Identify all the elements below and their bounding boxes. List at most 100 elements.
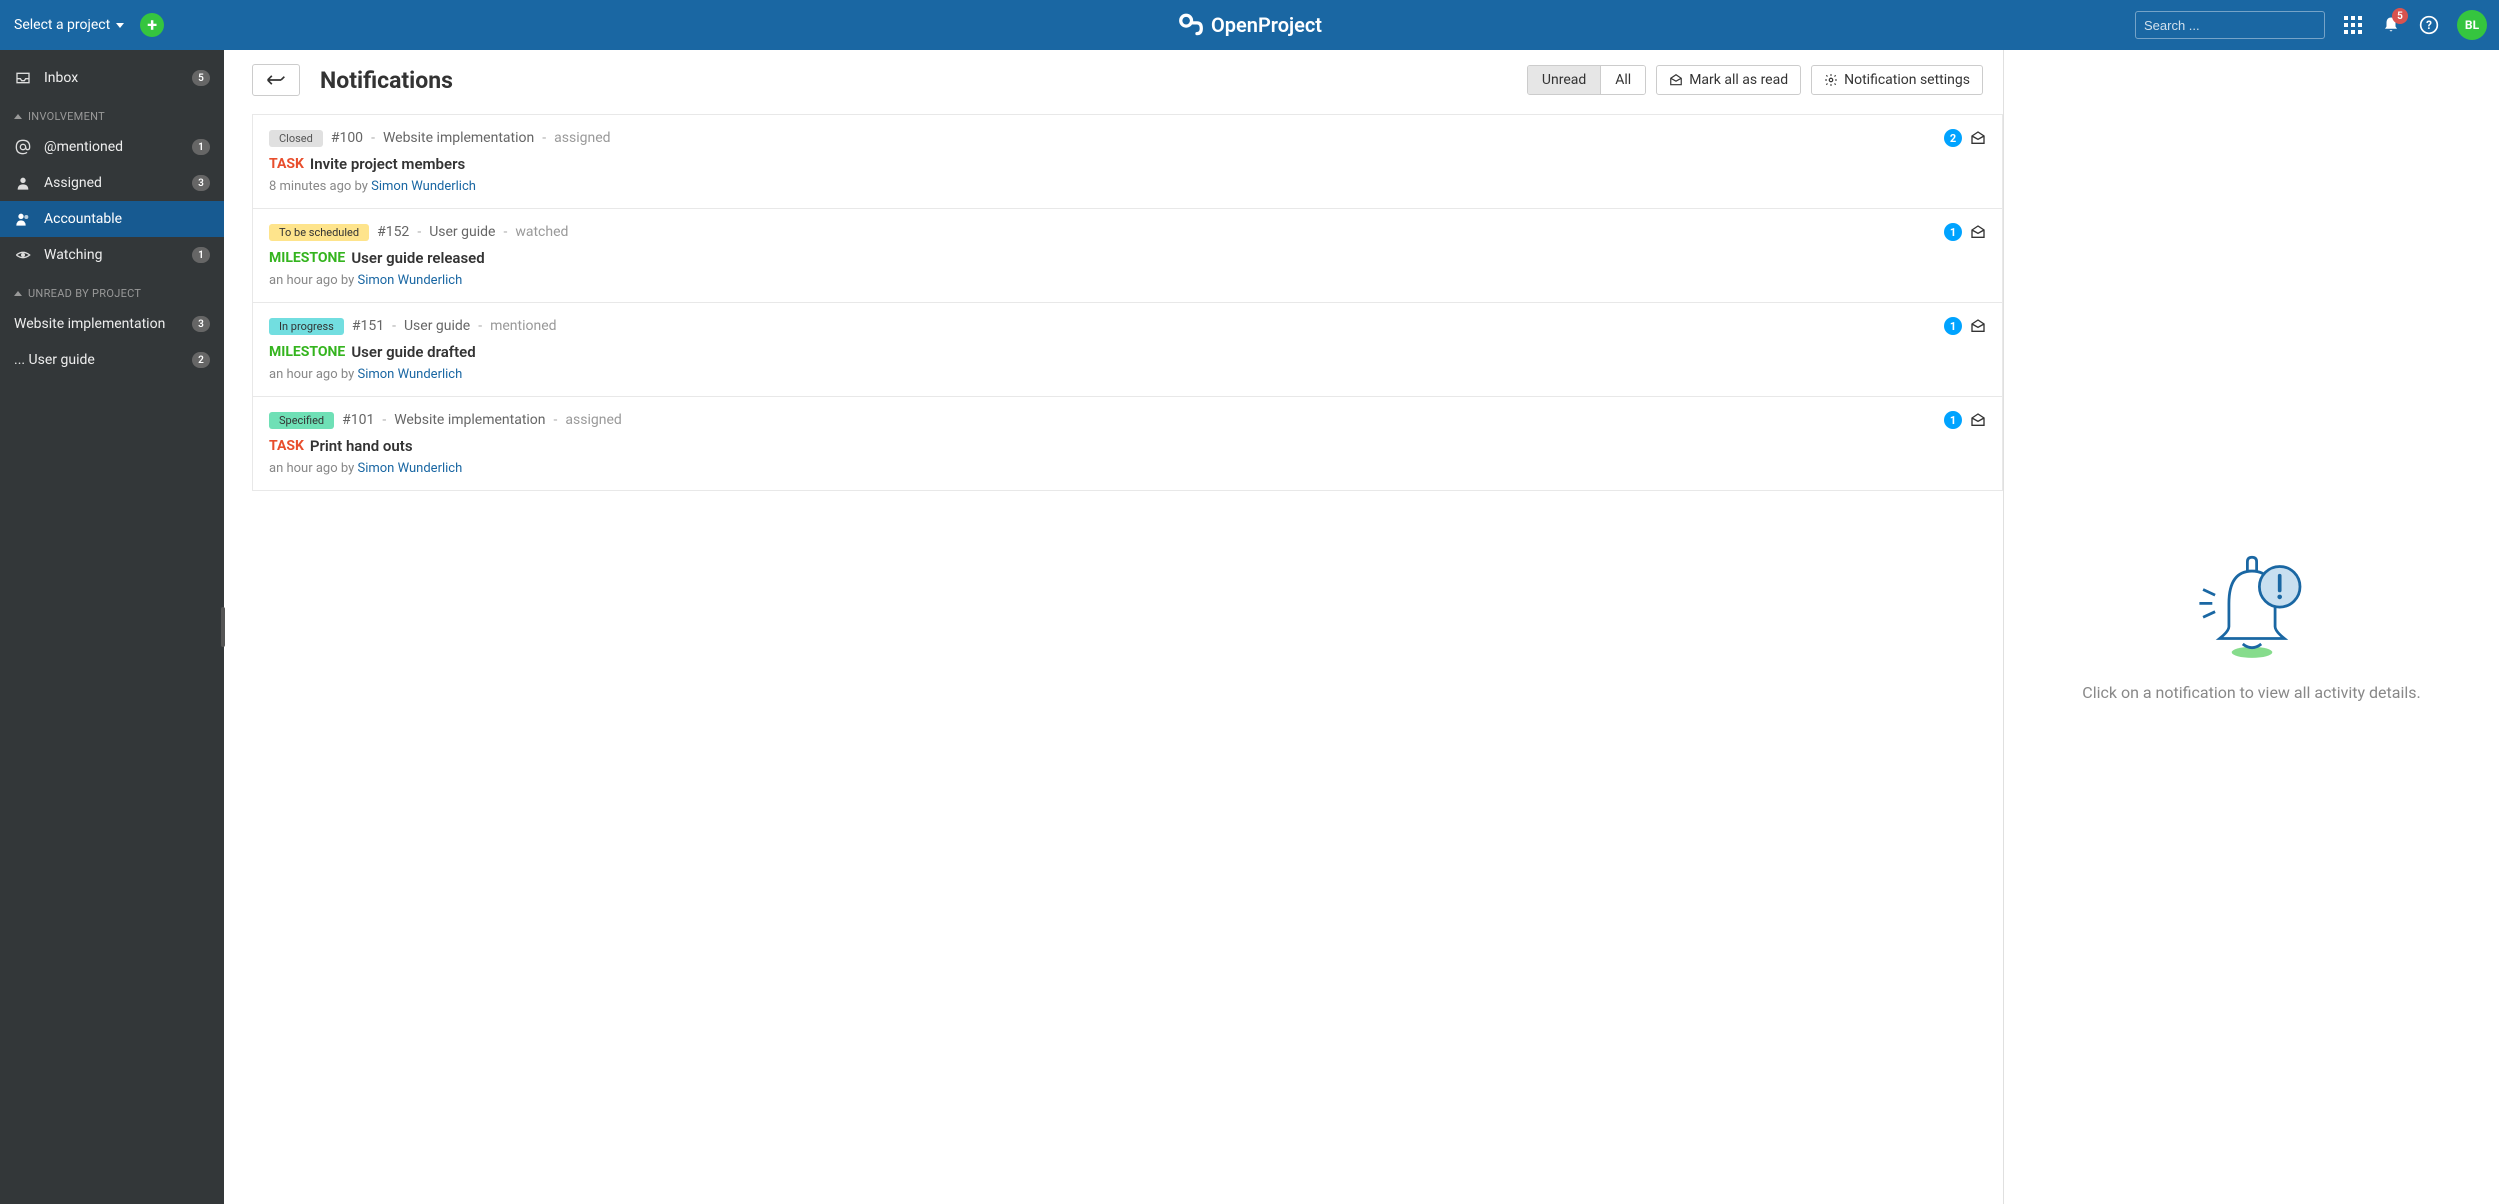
- notification-actions: 1: [1944, 223, 1986, 241]
- mark-read-button[interactable]: [1970, 412, 1986, 428]
- status-badge: Specified: [269, 412, 334, 429]
- settings-label: Notification settings: [1844, 72, 1970, 88]
- page-title: Notifications: [320, 67, 453, 94]
- notification-meta-line: an hour ago by Simon Wunderlich: [269, 367, 1986, 382]
- author-link[interactable]: Simon Wunderlich: [371, 179, 476, 194]
- project-name: Website implementation: [394, 412, 545, 428]
- sidebar-item-mentioned[interactable]: @mentioned 1: [0, 129, 224, 165]
- sidebar: Inbox 5 Involvement @mentioned 1 Assigne…: [0, 50, 224, 1204]
- header-right: 5 ? BL: [2135, 10, 2487, 40]
- timestamp: an hour ago by: [269, 367, 354, 382]
- envelope-open-icon: [1669, 73, 1683, 87]
- gear-icon: [1824, 73, 1838, 87]
- author-link[interactable]: Simon Wunderlich: [357, 367, 462, 382]
- work-package-type: TASK: [269, 156, 304, 172]
- section-unread-label: Unread by project: [28, 287, 141, 300]
- envelope-open-icon: [1970, 130, 1986, 146]
- chevron-up-icon: [14, 114, 22, 119]
- sidebar-item-assigned[interactable]: Assigned 3: [0, 165, 224, 201]
- sidebar-project-website[interactable]: Website implementation 3: [0, 306, 224, 342]
- project-select-dropdown[interactable]: Select a project: [12, 13, 126, 37]
- content-area: Notifications Unread All Mark all as rea…: [224, 50, 2499, 1204]
- envelope-open-icon: [1970, 412, 1986, 428]
- notifications-panel: Notifications Unread All Mark all as rea…: [224, 50, 2003, 1204]
- sidebar-project-userguide[interactable]: ... User guide 2: [0, 342, 224, 378]
- global-search[interactable]: [2135, 11, 2325, 39]
- mark-read-button[interactable]: [1970, 318, 1986, 334]
- sidebar-item-accountable[interactable]: Accountable: [0, 201, 224, 237]
- notification-reason: assigned: [565, 412, 621, 428]
- separator: -: [478, 318, 482, 334]
- back-button[interactable]: [252, 64, 300, 96]
- help-icon: ?: [2419, 15, 2439, 35]
- mark-read-button[interactable]: [1970, 224, 1986, 240]
- sidebar-mentioned-count: 1: [192, 139, 210, 155]
- filter-all-button[interactable]: All: [1601, 66, 1645, 94]
- sidebar-proj2-label: ... User guide: [14, 352, 95, 368]
- filter-toggle: Unread All: [1527, 65, 1646, 95]
- notification-card[interactable]: Specified #101 - Website implementation …: [252, 397, 2003, 491]
- empty-bell-illustration: [2192, 553, 2312, 663]
- user-initials: BL: [2465, 18, 2479, 32]
- work-package-id: #101: [342, 412, 374, 428]
- eye-icon: [14, 247, 32, 263]
- mark-all-read-button[interactable]: Mark all as read: [1656, 65, 1801, 95]
- help-button[interactable]: ?: [2419, 15, 2439, 35]
- notification-actions: 2: [1944, 129, 1986, 147]
- notifications-toolbar: Notifications Unread All Mark all as rea…: [224, 50, 2003, 114]
- modules-button[interactable]: [2343, 15, 2363, 35]
- separator: -: [417, 224, 421, 240]
- sidebar-item-inbox[interactable]: Inbox 5: [0, 60, 224, 96]
- status-badge: To be scheduled: [269, 224, 369, 241]
- sidebar-item-watching[interactable]: Watching 1: [0, 237, 224, 273]
- activity-count-badge: 1: [1944, 223, 1962, 241]
- status-badge: Closed: [269, 130, 323, 147]
- sidebar-accountable-label: Accountable: [44, 211, 122, 227]
- envelope-open-icon: [1970, 318, 1986, 334]
- work-package-title: User guide released: [351, 249, 484, 267]
- search-input[interactable]: [2144, 18, 2320, 33]
- notifications-button[interactable]: 5: [2381, 15, 2401, 35]
- user-icon: [14, 175, 32, 191]
- separator: -: [382, 412, 386, 428]
- project-name: User guide: [404, 318, 470, 334]
- plus-icon: +: [147, 15, 157, 36]
- status-badge: In progress: [269, 318, 344, 335]
- notification-title-line: TASK Print hand outs: [269, 437, 1986, 455]
- author-link[interactable]: Simon Wunderlich: [357, 273, 462, 288]
- detail-panel: Click on a notification to view all acti…: [2003, 50, 2499, 1204]
- notification-card[interactable]: Closed #100 - Website implementation - a…: [252, 115, 2003, 209]
- activity-count-badge: 1: [1944, 317, 1962, 335]
- project-name: Website implementation: [383, 130, 534, 146]
- separator: -: [371, 130, 375, 146]
- notification-header-line: To be scheduled #152 - User guide - watc…: [269, 223, 1986, 241]
- separator: -: [542, 130, 546, 146]
- sidebar-section-unread-project[interactable]: Unread by project: [0, 273, 224, 306]
- filter-unread-button[interactable]: Unread: [1528, 66, 1601, 94]
- timestamp: an hour ago by: [269, 461, 354, 476]
- sidebar-inbox-count: 5: [192, 70, 210, 86]
- top-header: Select a project + OpenProject 5 ? BL: [0, 0, 2499, 50]
- notification-actions: 1: [1944, 411, 1986, 429]
- app-logo[interactable]: OpenProject: [1177, 12, 1322, 38]
- new-quick-add-button[interactable]: +: [140, 13, 164, 37]
- notification-title-line: MILESTONE User guide released: [269, 249, 1986, 267]
- chevron-up-icon: [14, 291, 22, 296]
- mark-read-button[interactable]: [1970, 130, 1986, 146]
- notification-title-line: MILESTONE User guide drafted: [269, 343, 1986, 361]
- sidebar-assigned-count: 3: [192, 175, 210, 191]
- inbox-icon: [14, 70, 32, 86]
- notification-reason: assigned: [554, 130, 610, 146]
- sidebar-section-involvement[interactable]: Involvement: [0, 96, 224, 129]
- project-select-label: Select a project: [14, 17, 110, 33]
- author-link[interactable]: Simon Wunderlich: [357, 461, 462, 476]
- envelope-open-icon: [1970, 224, 1986, 240]
- activity-count-badge: 2: [1944, 129, 1962, 147]
- notification-card[interactable]: To be scheduled #152 - User guide - watc…: [252, 209, 2003, 303]
- user-avatar[interactable]: BL: [2457, 10, 2487, 40]
- notification-card[interactable]: In progress #151 - User guide - mentione…: [252, 303, 2003, 397]
- sidebar-inbox-label: Inbox: [44, 70, 78, 86]
- chevron-down-icon: [116, 23, 124, 28]
- work-package-type: TASK: [269, 438, 304, 454]
- notification-settings-button[interactable]: Notification settings: [1811, 65, 1983, 95]
